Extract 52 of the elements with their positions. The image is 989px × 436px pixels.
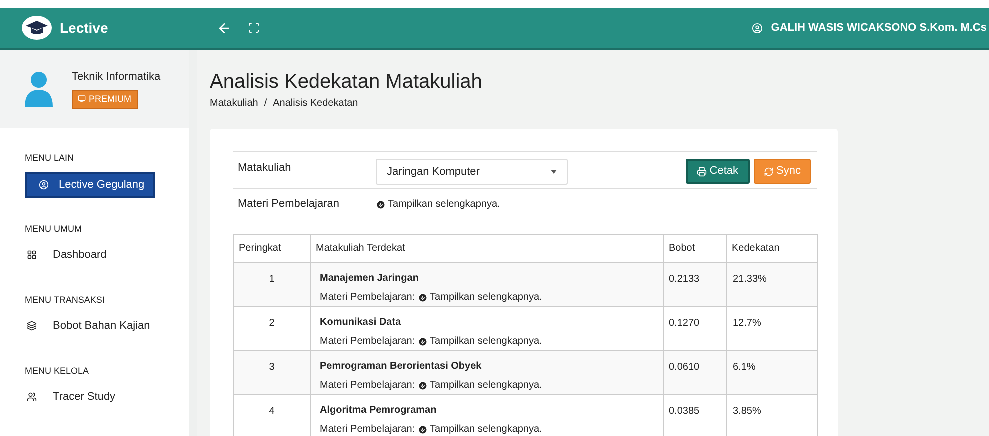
users-icon (27, 392, 37, 402)
column-header: Matakuliah Terdekat (310, 234, 664, 262)
show-more-link[interactable]: Tampilkan selengkapnya. (418, 334, 542, 349)
materials-label: Materi Pembelajaran: (320, 335, 416, 349)
layers-icon (27, 321, 37, 332)
course-name: Manajemen Jaringan (320, 272, 420, 286)
breadcrumb-link[interactable]: Analisis Kedekatan (273, 96, 358, 111)
sidebar-item[interactable]: Dashboard (25, 247, 189, 264)
back-button[interactable] (217, 20, 232, 36)
premium-badge: PREMIUM (72, 90, 138, 109)
print-button[interactable]: Cetak (686, 159, 750, 184)
materials-label: Materi Pembelajaran: (320, 379, 416, 393)
course-select[interactable]: Jaringan Komputer (376, 159, 568, 185)
show-more-link[interactable]: Tampilkan selengkapnya. (418, 422, 542, 436)
materials-label: Materi Pembelajaran: (320, 291, 416, 305)
menu-heading: MENU UMUM (25, 223, 83, 236)
user-avatar-icon (24, 71, 54, 107)
breadcrumb-link[interactable]: Matakuliah (210, 96, 258, 111)
grid-icon (27, 250, 37, 260)
brand-name: Lective (60, 18, 108, 38)
show-more-link[interactable]: Tampilkan selengkapnya. (376, 197, 500, 212)
materials-label: Materi Pembelajaran: (320, 423, 416, 436)
caret-icon (551, 170, 557, 174)
arrow-down-circle-icon (418, 336, 428, 346)
user-icon (39, 180, 49, 190)
refresh-icon (764, 166, 774, 176)
course-name: Algoritma Pemrograman (320, 404, 438, 418)
field-label: Matakuliah (237, 161, 292, 176)
menu-heading: MENU KELOLA (25, 365, 90, 378)
column-header: Peringkat (234, 234, 310, 262)
course-name: Pemrograman Berorientasi Obyek (320, 360, 483, 374)
show-more-link[interactable]: Tampilkan selengkapnya. (418, 378, 542, 393)
fullscreen-button[interactable] (248, 22, 260, 34)
course-name: Komunikasi Data (320, 316, 402, 330)
menu-heading: MENU TRANSAKSI (25, 294, 106, 307)
arrow-down-circle-icon (376, 200, 386, 210)
user-name[interactable]: GALIH WASIS WICAKSONO S.Kom. M.Cs (771, 20, 987, 36)
show-more-link[interactable]: Tampilkan selengkapnya. (418, 290, 542, 305)
breadcrumb-separator: / (264, 97, 268, 111)
page-title: Analisis Kedekatan Matakuliah (210, 70, 484, 94)
sidebar-button[interactable]: Lective Gegulang (25, 172, 155, 198)
field-label: Materi Pembelajaran (237, 197, 340, 212)
graduation-cap-logo (22, 16, 52, 40)
user-icon (752, 22, 764, 34)
printer-icon (696, 166, 707, 176)
sidebar-item[interactable]: Bobot Bahan Kajian (25, 318, 189, 334)
sidebar-item[interactable]: Tracer Study (25, 389, 189, 406)
arrow-down-circle-icon (418, 380, 428, 390)
arrow-down-circle-icon (418, 292, 428, 302)
table-cell: 4 (234, 394, 310, 436)
profile-name: Teknik Informatika (72, 70, 161, 85)
menu-heading: MENU LAIN (25, 152, 76, 165)
